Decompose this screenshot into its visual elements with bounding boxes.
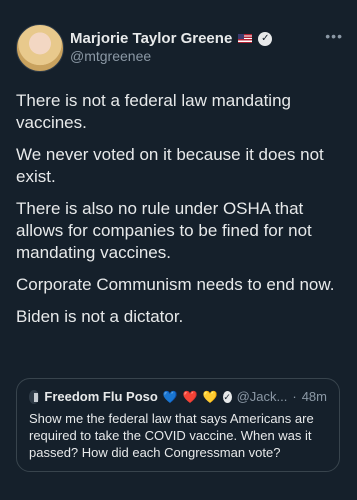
verified-icon: ✓ [258,31,273,46]
tweet-paragraph: Corporate Communism needs to end now. [16,275,335,294]
author-handle[interactable]: @mtgreenee [70,48,151,64]
quoted-handle: @Jack... [236,389,288,404]
tweet-paragraph: Biden is not a dictator. [16,307,184,326]
quoted-verified-icon: ✓ [222,390,232,403]
quoted-author-name: Freedom Flu Poso [44,389,158,404]
quoted-time: 48m [301,389,327,404]
tweet-paragraph: We never voted on it because it does not… [16,145,324,186]
tweet-paragraph: There is also no rule under OSHA that al… [16,199,312,262]
tweet-text: There is not a federal law mandating vac… [16,90,346,338]
avatar[interactable] [16,24,64,72]
more-icon[interactable]: ••• [325,28,343,44]
author-name[interactable]: Marjorie Taylor Greene [70,30,232,47]
yellow-heart-icon: 💛 [202,389,218,404]
author-line: Marjorie Taylor Greene ✓ [70,30,273,47]
flag-icon [238,34,253,43]
quoted-text: Show me the federal law that says Americ… [29,411,314,460]
quoted-tweet-header: Freedom Flu Poso 💙 ❤️ 💛 ✓ @Jack... · 48m [29,389,327,404]
quoted-avatar [29,389,40,404]
quoted-separator: · [292,389,297,404]
tweet-paragraph: There is not a federal law mandating vac… [16,91,291,132]
blue-heart-icon: 💙 [162,389,178,404]
quoted-tweet[interactable]: Freedom Flu Poso 💙 ❤️ 💛 ✓ @Jack... · 48m… [16,378,340,472]
red-heart-icon: ❤️ [182,389,198,404]
